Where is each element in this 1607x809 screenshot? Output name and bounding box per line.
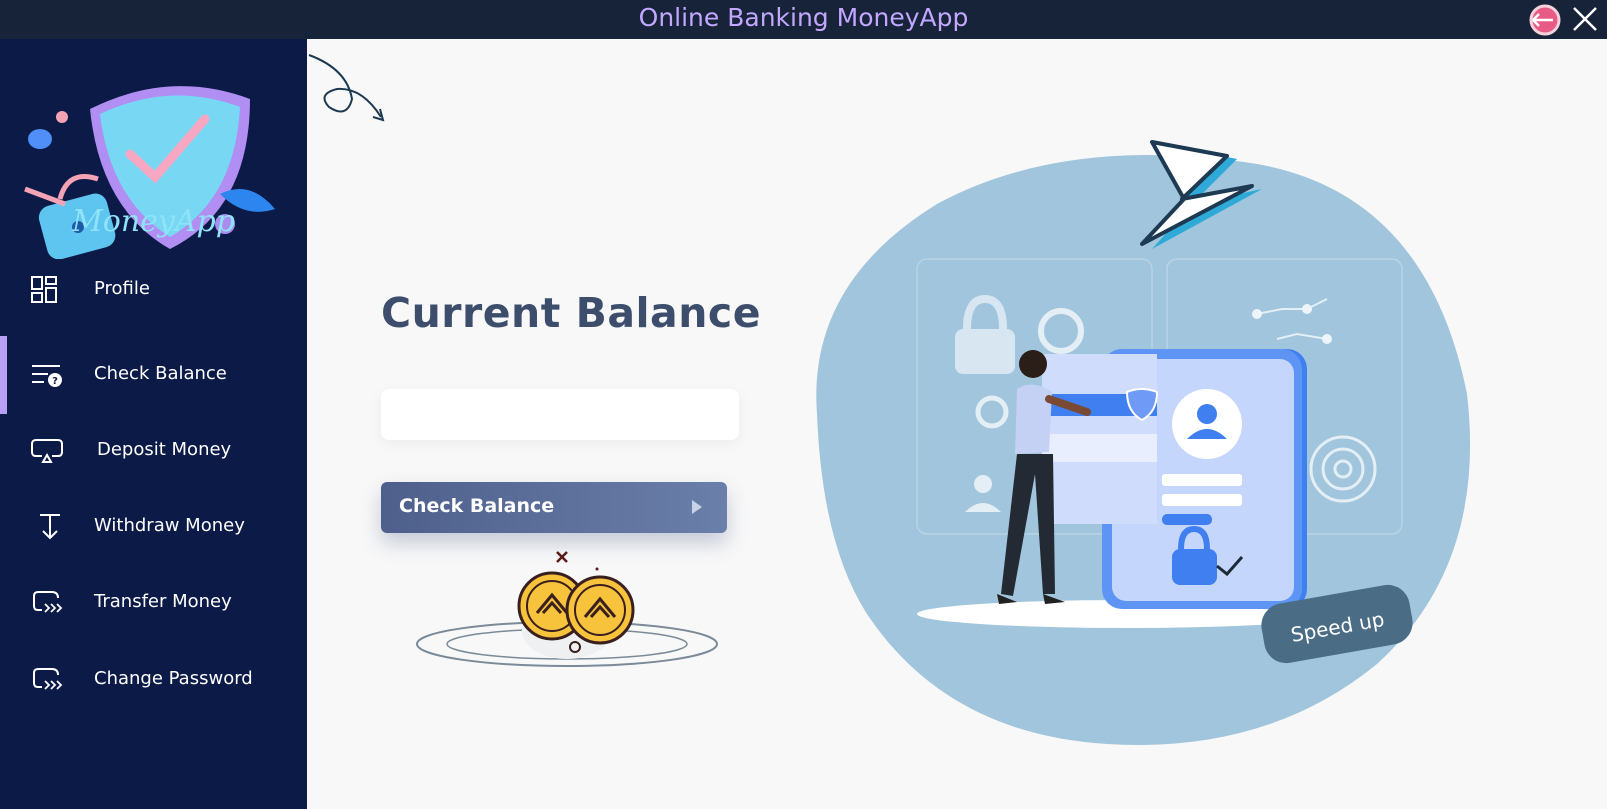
sidebar-item-label: Check Balance [94,363,227,384]
withdraw-arrow-icon [40,514,60,540]
security-illustration: Speed up [816,140,1471,745]
dashboard-icon [31,276,57,303]
check-balance-button-label: Check Balance [399,495,555,517]
window-title: Online Banking MoneyApp [638,3,969,32]
sidebar-item-profile[interactable]: Profile [0,251,307,329]
sidebar: MoneyApp Profile ? Check Balance Deposit… [0,39,307,809]
close-icon[interactable] [1570,4,1600,34]
decorative-arrow [308,54,385,122]
sidebar-item-label: Deposit Money [97,439,232,460]
list-question-icon: ? [32,365,62,387]
main-content: Current Balance Check Balance Speed up [307,39,1607,809]
page-title: Current Balance [381,289,762,337]
balance-field[interactable] [381,389,739,440]
logout-icon[interactable] [1527,4,1563,36]
sidebar-item-withdraw-money[interactable]: Withdraw Money [0,488,307,566]
transfer-icon [33,591,63,613]
check-balance-button[interactable]: Check Balance [381,482,727,533]
active-indicator [0,336,7,414]
brand-name: MoneyApp [72,204,235,239]
sidebar-item-label: Profile [94,278,150,299]
deposit-icon [31,439,63,463]
sidebar-item-label: Change Password [94,668,253,689]
password-icon [33,668,63,690]
sidebar-item-change-password[interactable]: Change Password [0,641,307,719]
sidebar-item-transfer-money[interactable]: Transfer Money [0,564,307,642]
sidebar-item-deposit-money[interactable]: Deposit Money [0,412,307,490]
coins-illustration [407,546,718,667]
play-arrow-icon [692,500,702,514]
svg-text:?: ? [52,376,58,387]
title-bar: Online Banking MoneyApp [0,0,1607,39]
sidebar-item-check-balance[interactable]: ? Check Balance [0,336,307,414]
sidebar-item-label: Withdraw Money [94,515,245,536]
sidebar-item-label: Transfer Money [94,591,232,612]
